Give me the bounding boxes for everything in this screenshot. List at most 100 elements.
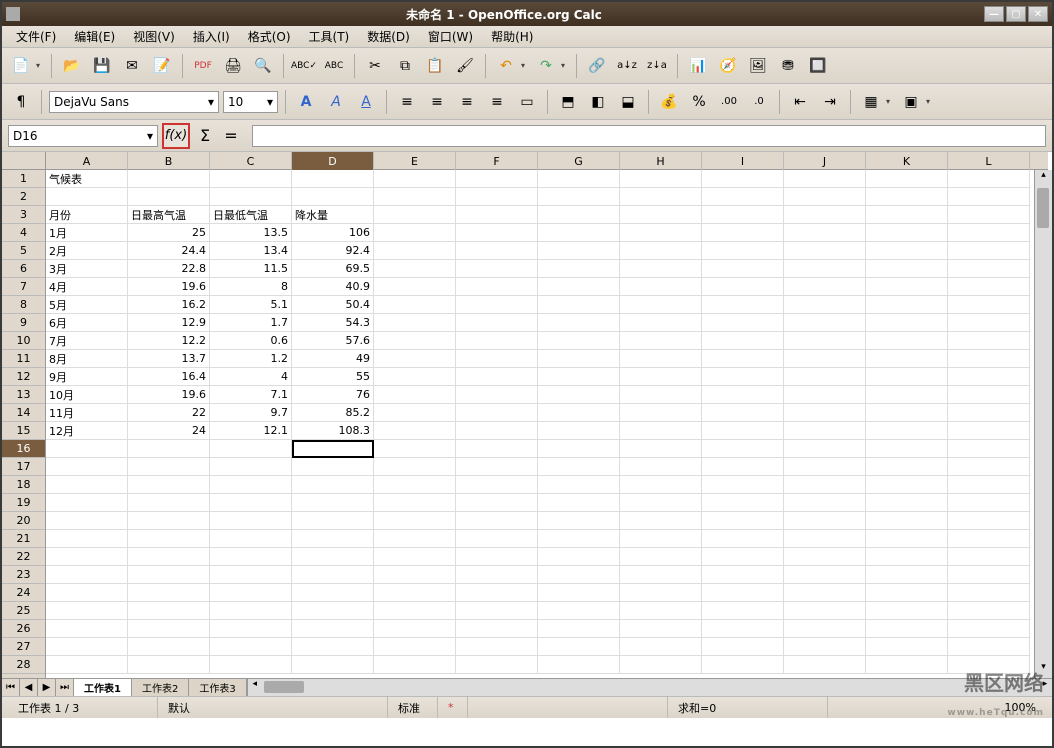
open-icon[interactable]: 📂 [59,53,85,79]
cell-C5[interactable]: 13.4 [210,242,292,260]
cell-C9[interactable]: 1.7 [210,314,292,332]
maximize-button[interactable]: ▢ [1006,6,1026,22]
row-header-4[interactable]: 4 [2,224,45,242]
cell-I28[interactable] [702,656,784,674]
font-size-select[interactable]: 10▾ [223,91,278,113]
minimize-button[interactable]: — [984,6,1004,22]
sum-button[interactable]: Σ [194,125,216,147]
cell-K9[interactable] [866,314,948,332]
cell-I5[interactable] [702,242,784,260]
cell-D9[interactable]: 54.3 [292,314,374,332]
col-header-J[interactable]: J [784,152,866,170]
cell-K2[interactable] [866,188,948,206]
cell-K22[interactable] [866,548,948,566]
cell-I12[interactable] [702,368,784,386]
cell-C12[interactable]: 4 [210,368,292,386]
cell-J28[interactable] [784,656,866,674]
cell-G21[interactable] [538,530,620,548]
cell-H11[interactable] [620,350,702,368]
cell-F8[interactable] [456,296,538,314]
cell-B9[interactable]: 12.9 [128,314,210,332]
align-center-icon[interactable]: ≡ [424,89,450,115]
cell-D27[interactable] [292,638,374,656]
cell-B15[interactable]: 24 [128,422,210,440]
cell-D8[interactable]: 50.4 [292,296,374,314]
cell-J27[interactable] [784,638,866,656]
cell-B22[interactable] [128,548,210,566]
cell-E23[interactable] [374,566,456,584]
cell-F16[interactable] [456,440,538,458]
increase-indent-icon[interactable]: ⇥ [817,89,843,115]
cell-E2[interactable] [374,188,456,206]
row-header-22[interactable]: 22 [2,548,45,566]
cell-G2[interactable] [538,188,620,206]
formula-input[interactable] [252,125,1046,147]
cell-I6[interactable] [702,260,784,278]
cell-A4[interactable]: 1月 [46,224,128,242]
cell-D1[interactable] [292,170,374,188]
col-header-K[interactable]: K [866,152,948,170]
gallery-icon[interactable]: 🖼 [745,53,771,79]
cell-B1[interactable] [128,170,210,188]
cell-C4[interactable]: 13.5 [210,224,292,242]
cell-C3[interactable]: 日最低气温 [210,206,292,224]
cell-L15[interactable] [948,422,1030,440]
cell-J23[interactable] [784,566,866,584]
cell-F27[interactable] [456,638,538,656]
cell-C20[interactable] [210,512,292,530]
cell-H23[interactable] [620,566,702,584]
cell-H13[interactable] [620,386,702,404]
cell-H7[interactable] [620,278,702,296]
cell-I17[interactable] [702,458,784,476]
cell-E18[interactable] [374,476,456,494]
menu-window[interactable]: 窗口(W) [420,26,481,47]
cell-A13[interactable]: 10月 [46,386,128,404]
cell-C2[interactable] [210,188,292,206]
cell-H25[interactable] [620,602,702,620]
cell-K20[interactable] [866,512,948,530]
cell-G18[interactable] [538,476,620,494]
cell-E4[interactable] [374,224,456,242]
cell-H20[interactable] [620,512,702,530]
cell-J15[interactable] [784,422,866,440]
cell-K14[interactable] [866,404,948,422]
cell-L23[interactable] [948,566,1030,584]
cell-C19[interactable] [210,494,292,512]
cell-D15[interactable]: 108.3 [292,422,374,440]
cell-K13[interactable] [866,386,948,404]
cell-I7[interactable] [702,278,784,296]
cell-F26[interactable] [456,620,538,638]
menu-format[interactable]: 格式(O) [240,26,299,47]
row-header-26[interactable]: 26 [2,620,45,638]
cell-D17[interactable] [292,458,374,476]
cell-L3[interactable] [948,206,1030,224]
cell-A5[interactable]: 2月 [46,242,128,260]
cell-G15[interactable] [538,422,620,440]
cell-D16[interactable] [292,440,374,458]
cell-I1[interactable] [702,170,784,188]
cell-J11[interactable] [784,350,866,368]
next-sheet-button[interactable]: ▶ [38,679,56,696]
cell-D18[interactable] [292,476,374,494]
cell-J24[interactable] [784,584,866,602]
cell-G13[interactable] [538,386,620,404]
add-decimal-icon[interactable]: .00 [716,89,742,115]
row-header-2[interactable]: 2 [2,188,45,206]
cell-A16[interactable] [46,440,128,458]
cell-E12[interactable] [374,368,456,386]
valign-middle-icon[interactable]: ◧ [585,89,611,115]
cell-L9[interactable] [948,314,1030,332]
cell-C17[interactable] [210,458,292,476]
cell-E22[interactable] [374,548,456,566]
col-header-D[interactable]: D [292,152,374,170]
cell-J20[interactable] [784,512,866,530]
cell-I3[interactable] [702,206,784,224]
cell-L10[interactable] [948,332,1030,350]
scroll-down-icon[interactable]: ▾ [1035,662,1052,678]
row-header-14[interactable]: 14 [2,404,45,422]
horizontal-scrollbar[interactable]: ◂ ▸ [247,679,1052,696]
cell-L8[interactable] [948,296,1030,314]
cell-C15[interactable]: 12.1 [210,422,292,440]
decrease-indent-icon[interactable]: ⇤ [787,89,813,115]
cell-H16[interactable] [620,440,702,458]
